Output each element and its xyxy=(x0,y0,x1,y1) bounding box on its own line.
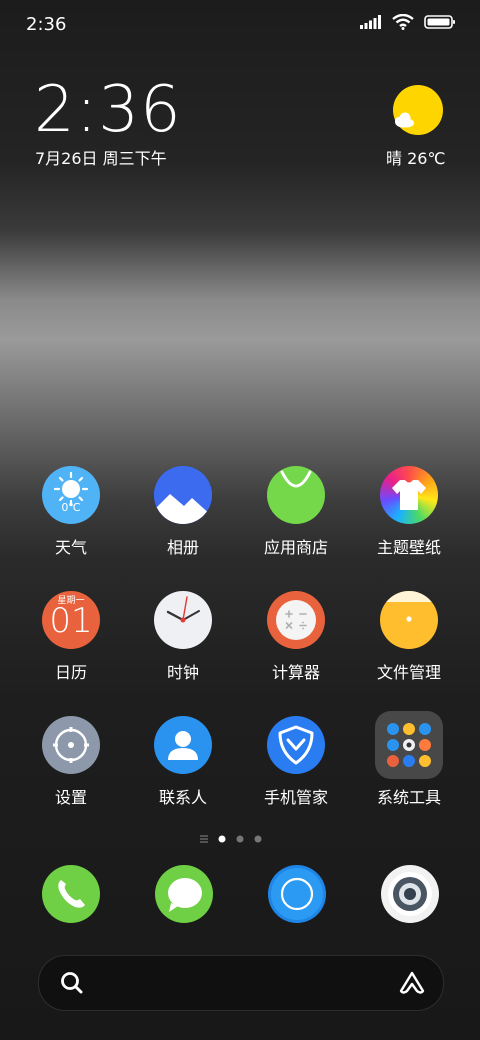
app-calendar[interactable]: 星期一 01 日历 xyxy=(16,591,126,683)
system-tools-folder-icon xyxy=(375,711,443,779)
contacts-icon xyxy=(154,716,212,774)
phone-icon[interactable] xyxy=(42,865,100,923)
app-store[interactable]: 应用商店 xyxy=(241,466,351,558)
search-icon[interactable] xyxy=(59,970,85,996)
clock-widget-date: 7月26日 周三下午 xyxy=(35,149,167,168)
app-label: 文件管理 xyxy=(376,663,441,682)
app-settings[interactable]: 设置 xyxy=(16,716,126,808)
weather-widget-text: 晴 26℃ xyxy=(386,149,446,168)
battery-icon xyxy=(424,15,455,29)
app-label: 计算器 xyxy=(271,663,320,682)
app-label: 日历 xyxy=(54,663,87,682)
search-bar[interactable] xyxy=(38,955,444,1011)
messages-icon[interactable] xyxy=(155,865,213,923)
calendar-day-number: 01 xyxy=(49,601,93,641)
page-dot xyxy=(236,835,244,843)
signal-icon xyxy=(360,15,381,29)
weather-temp-badge: 0℃ xyxy=(61,501,81,514)
camera-icon[interactable] xyxy=(381,865,439,923)
security-icon xyxy=(267,716,325,774)
app-label: 时钟 xyxy=(166,663,199,682)
calculator-icon xyxy=(267,591,325,649)
file-manager-icon xyxy=(380,591,438,649)
app-label: 天气 xyxy=(54,538,87,557)
wifi-icon xyxy=(392,14,414,30)
status-time: 2:36 xyxy=(26,14,67,35)
app-clock[interactable]: 时钟 xyxy=(128,591,238,683)
app-label: 相册 xyxy=(166,538,199,557)
app-file-manager[interactable]: 文件管理 xyxy=(354,591,464,683)
app-themes[interactable]: 主题壁纸 xyxy=(354,466,464,558)
app-gallery[interactable]: 相册 xyxy=(128,466,238,558)
status-icons xyxy=(360,14,456,30)
page-list-icon xyxy=(200,835,208,843)
clock-widget-time[interactable]: 2:36 xyxy=(34,78,182,142)
app-contacts[interactable]: 联系人 xyxy=(128,716,238,808)
app-label: 系统工具 xyxy=(376,788,441,807)
sunny-cloud-icon[interactable] xyxy=(392,84,444,136)
assistant-icon[interactable] xyxy=(397,970,427,996)
gallery-icon xyxy=(154,466,212,524)
app-system-tools-folder[interactable]: 系统工具 xyxy=(354,711,464,808)
app-label: 应用商店 xyxy=(263,538,328,557)
app-label: 联系人 xyxy=(158,788,207,807)
app-label: 设置 xyxy=(54,788,87,807)
page-indicator[interactable] xyxy=(200,830,280,843)
app-store-icon xyxy=(267,466,325,524)
status-bar: 2:36 xyxy=(0,0,480,50)
weather-icon: 0℃ xyxy=(42,466,100,524)
themes-icon xyxy=(380,466,438,524)
app-calculator[interactable]: 计算器 xyxy=(241,591,351,683)
app-security[interactable]: 手机管家 xyxy=(241,716,351,808)
page-dot-current xyxy=(218,835,226,843)
settings-icon xyxy=(42,716,100,774)
page-dot xyxy=(254,835,262,843)
app-weather[interactable]: 0℃ 天气 xyxy=(16,466,126,558)
clock-icon xyxy=(154,591,212,649)
calendar-icon: 星期一 01 xyxy=(42,591,100,649)
app-label: 手机管家 xyxy=(263,788,328,807)
app-label: 主题壁纸 xyxy=(376,538,441,557)
browser-icon[interactable] xyxy=(268,865,326,923)
